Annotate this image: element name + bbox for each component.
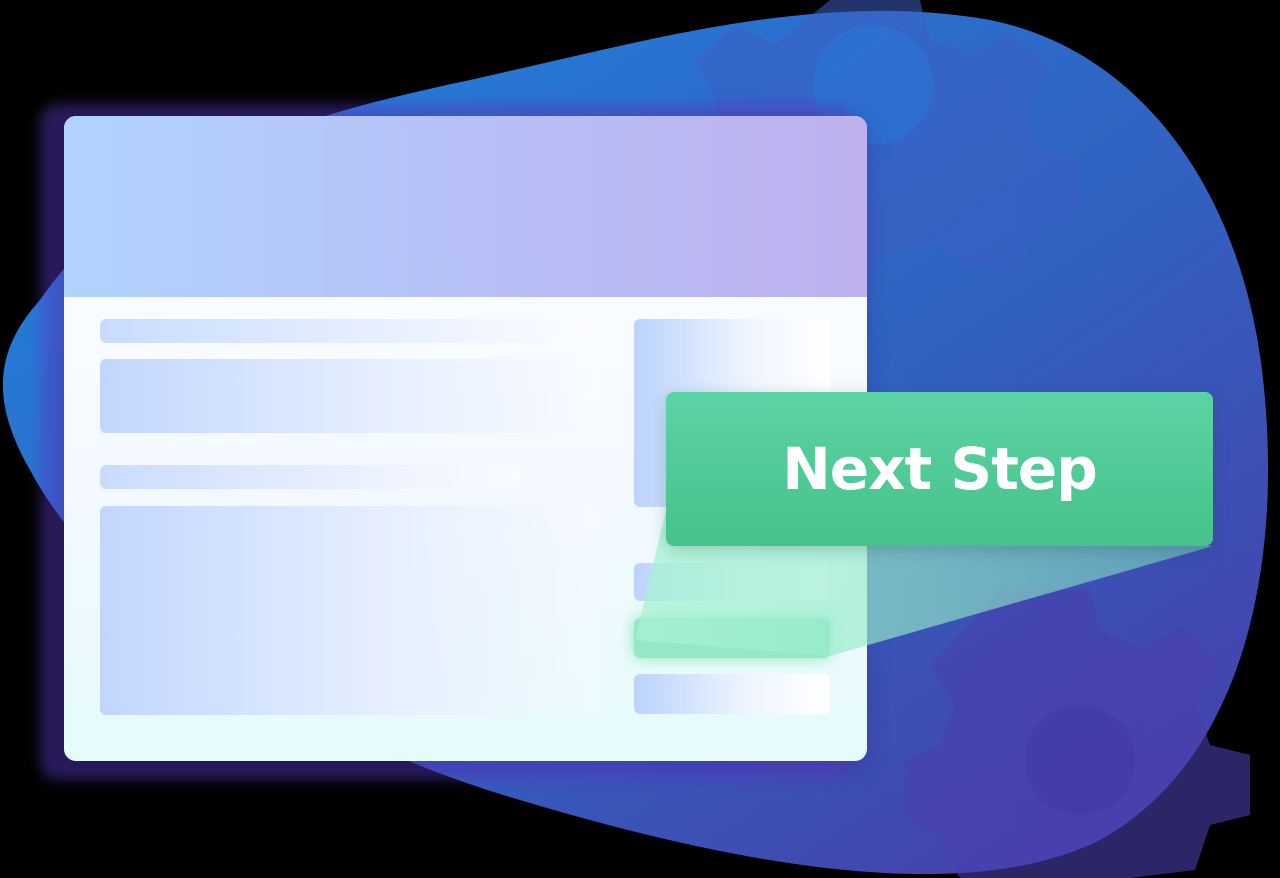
card-header — [64, 116, 867, 297]
placeholder-subtitle-bar — [100, 465, 520, 489]
placeholder-title-bar — [100, 319, 600, 343]
next-step-button[interactable]: Next Step — [666, 392, 1213, 546]
illustration-stage: Next Step — [0, 0, 1280, 878]
placeholder-content-block — [100, 506, 600, 715]
placeholder-text-block — [100, 359, 600, 433]
highlighted-button-placeholder — [634, 618, 830, 658]
placeholder-side-row — [634, 674, 830, 714]
placeholder-side-row — [634, 563, 830, 601]
next-step-label: Next Step — [782, 435, 1098, 503]
